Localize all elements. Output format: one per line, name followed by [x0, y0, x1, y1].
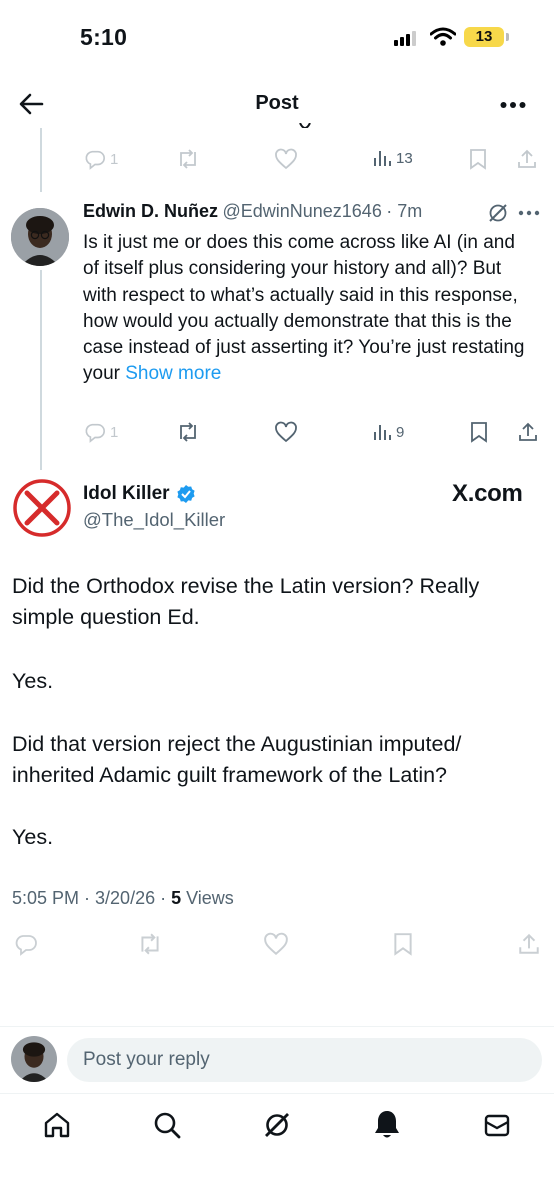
- like-action[interactable]: [274, 421, 298, 448]
- avatar-image: [11, 208, 69, 266]
- heart-icon: [275, 148, 297, 170]
- page-title: Post: [255, 92, 299, 114]
- share-icon: [519, 422, 537, 441]
- views-icon: [374, 425, 391, 440]
- heart-icon: [275, 421, 297, 443]
- more-options-icon[interactable]: [500, 101, 526, 109]
- repost-icon: [180, 422, 196, 442]
- idol-killer-logo-icon: [13, 479, 71, 537]
- verified-badge-icon: [176, 485, 195, 503]
- repost-icon: [180, 149, 196, 169]
- grok-tab-icon[interactable]: [262, 1110, 292, 1140]
- share-icon: [518, 149, 536, 168]
- post-bookmark-action[interactable]: [392, 932, 414, 961]
- reply-header: Edwin D. Nuñez @EdwinNunez1646 · 7m: [83, 201, 422, 222]
- clipped-text: [298, 120, 312, 128]
- post-action-bar: [12, 930, 542, 958]
- views-count: 13: [396, 149, 413, 167]
- notifications-bell-icon[interactable]: [372, 1108, 402, 1140]
- heart-icon: [264, 932, 288, 956]
- reply-text-content: Is it just me or does this come across l…: [83, 232, 525, 385]
- reply-text: Is it just me or does this come across l…: [83, 230, 533, 388]
- share-action[interactable]: [516, 148, 538, 175]
- post-timestamp: 5:05 PM · 3/20/26 ·: [12, 888, 172, 908]
- search-icon[interactable]: [152, 1110, 182, 1140]
- views-count: 9: [396, 423, 405, 441]
- share-action[interactable]: [517, 421, 539, 448]
- messages-icon[interactable]: [482, 1110, 512, 1140]
- home-icon[interactable]: [42, 1110, 72, 1140]
- prev-reply-action-bar: 1 13: [80, 146, 540, 172]
- thread-line: [40, 128, 42, 192]
- views-icon: [374, 151, 391, 166]
- post-avatar[interactable]: [12, 478, 72, 538]
- composer-avatar: [11, 1036, 57, 1082]
- reply-author-handle[interactable]: @EdwinNunez1646: [222, 201, 381, 221]
- post-author-handle[interactable]: @The_Idol_Killer: [83, 509, 225, 531]
- repost-action[interactable]: [176, 148, 200, 175]
- thread-line: [40, 270, 42, 470]
- post-like-action[interactable]: [263, 932, 289, 961]
- post-paragraph-1: Did the Orthodox revise the Latin versio…: [12, 574, 480, 629]
- battery-level: 13: [475, 28, 493, 45]
- post-author[interactable]: Idol Killer: [83, 483, 196, 505]
- bookmark-action[interactable]: [468, 148, 488, 175]
- avatar-image: [11, 1036, 57, 1082]
- prev-views-action[interactable]: 13: [372, 148, 413, 168]
- repost-action[interactable]: [176, 421, 200, 448]
- like-action[interactable]: [274, 148, 298, 175]
- post-meta: 5:05 PM · 3/20/26 · 5 Views: [12, 888, 234, 909]
- wifi-icon: [430, 27, 456, 46]
- share-icon: [519, 933, 539, 954]
- post-author-name[interactable]: Idol Killer: [83, 483, 170, 505]
- reply-more-icon[interactable]: [518, 210, 540, 216]
- post-views-label[interactable]: Views: [181, 888, 234, 908]
- reply-action[interactable]: 1: [84, 148, 118, 170]
- reply-time: · 7m: [386, 201, 423, 221]
- reply-icon: [85, 150, 105, 170]
- post-repost-action[interactable]: [137, 932, 163, 961]
- post-paragraph-3: Did that version reject the Augustinian …: [12, 732, 462, 787]
- post-paragraph-4: Yes.: [12, 825, 54, 849]
- reply-icon: [15, 935, 37, 956]
- post-views-count: 5: [171, 888, 182, 908]
- reply-input[interactable]: Post your reply: [67, 1038, 542, 1082]
- reply-icon: [85, 423, 105, 443]
- post-reply-action[interactable]: [14, 932, 38, 961]
- reply-count: 1: [110, 423, 119, 441]
- xcom-watermark: X.com: [452, 480, 523, 507]
- composer-divider: [0, 1026, 554, 1027]
- battery-indicator: 13: [464, 27, 509, 47]
- post-share-action[interactable]: [517, 932, 541, 961]
- bookmark-icon: [471, 422, 487, 443]
- grok-icon[interactable]: [487, 202, 509, 224]
- views-action[interactable]: 9: [372, 422, 404, 442]
- avatar[interactable]: [11, 208, 69, 266]
- reply-author-name[interactable]: Edwin D. Nuñez: [83, 201, 218, 221]
- bookmark-action[interactable]: [469, 421, 489, 448]
- cellular-signal-icon: [394, 31, 416, 46]
- status-time: 5:10: [80, 24, 128, 50]
- bookmark-icon: [470, 149, 486, 170]
- show-more-link[interactable]: Show more: [125, 363, 221, 384]
- post-paragraph-2: Yes.: [12, 669, 54, 693]
- bookmark-icon: [394, 933, 412, 956]
- reply-count: 1: [110, 150, 119, 168]
- reply-action[interactable]: 1: [84, 421, 118, 443]
- tab-bar-divider: [0, 1093, 554, 1094]
- repost-icon: [141, 933, 159, 955]
